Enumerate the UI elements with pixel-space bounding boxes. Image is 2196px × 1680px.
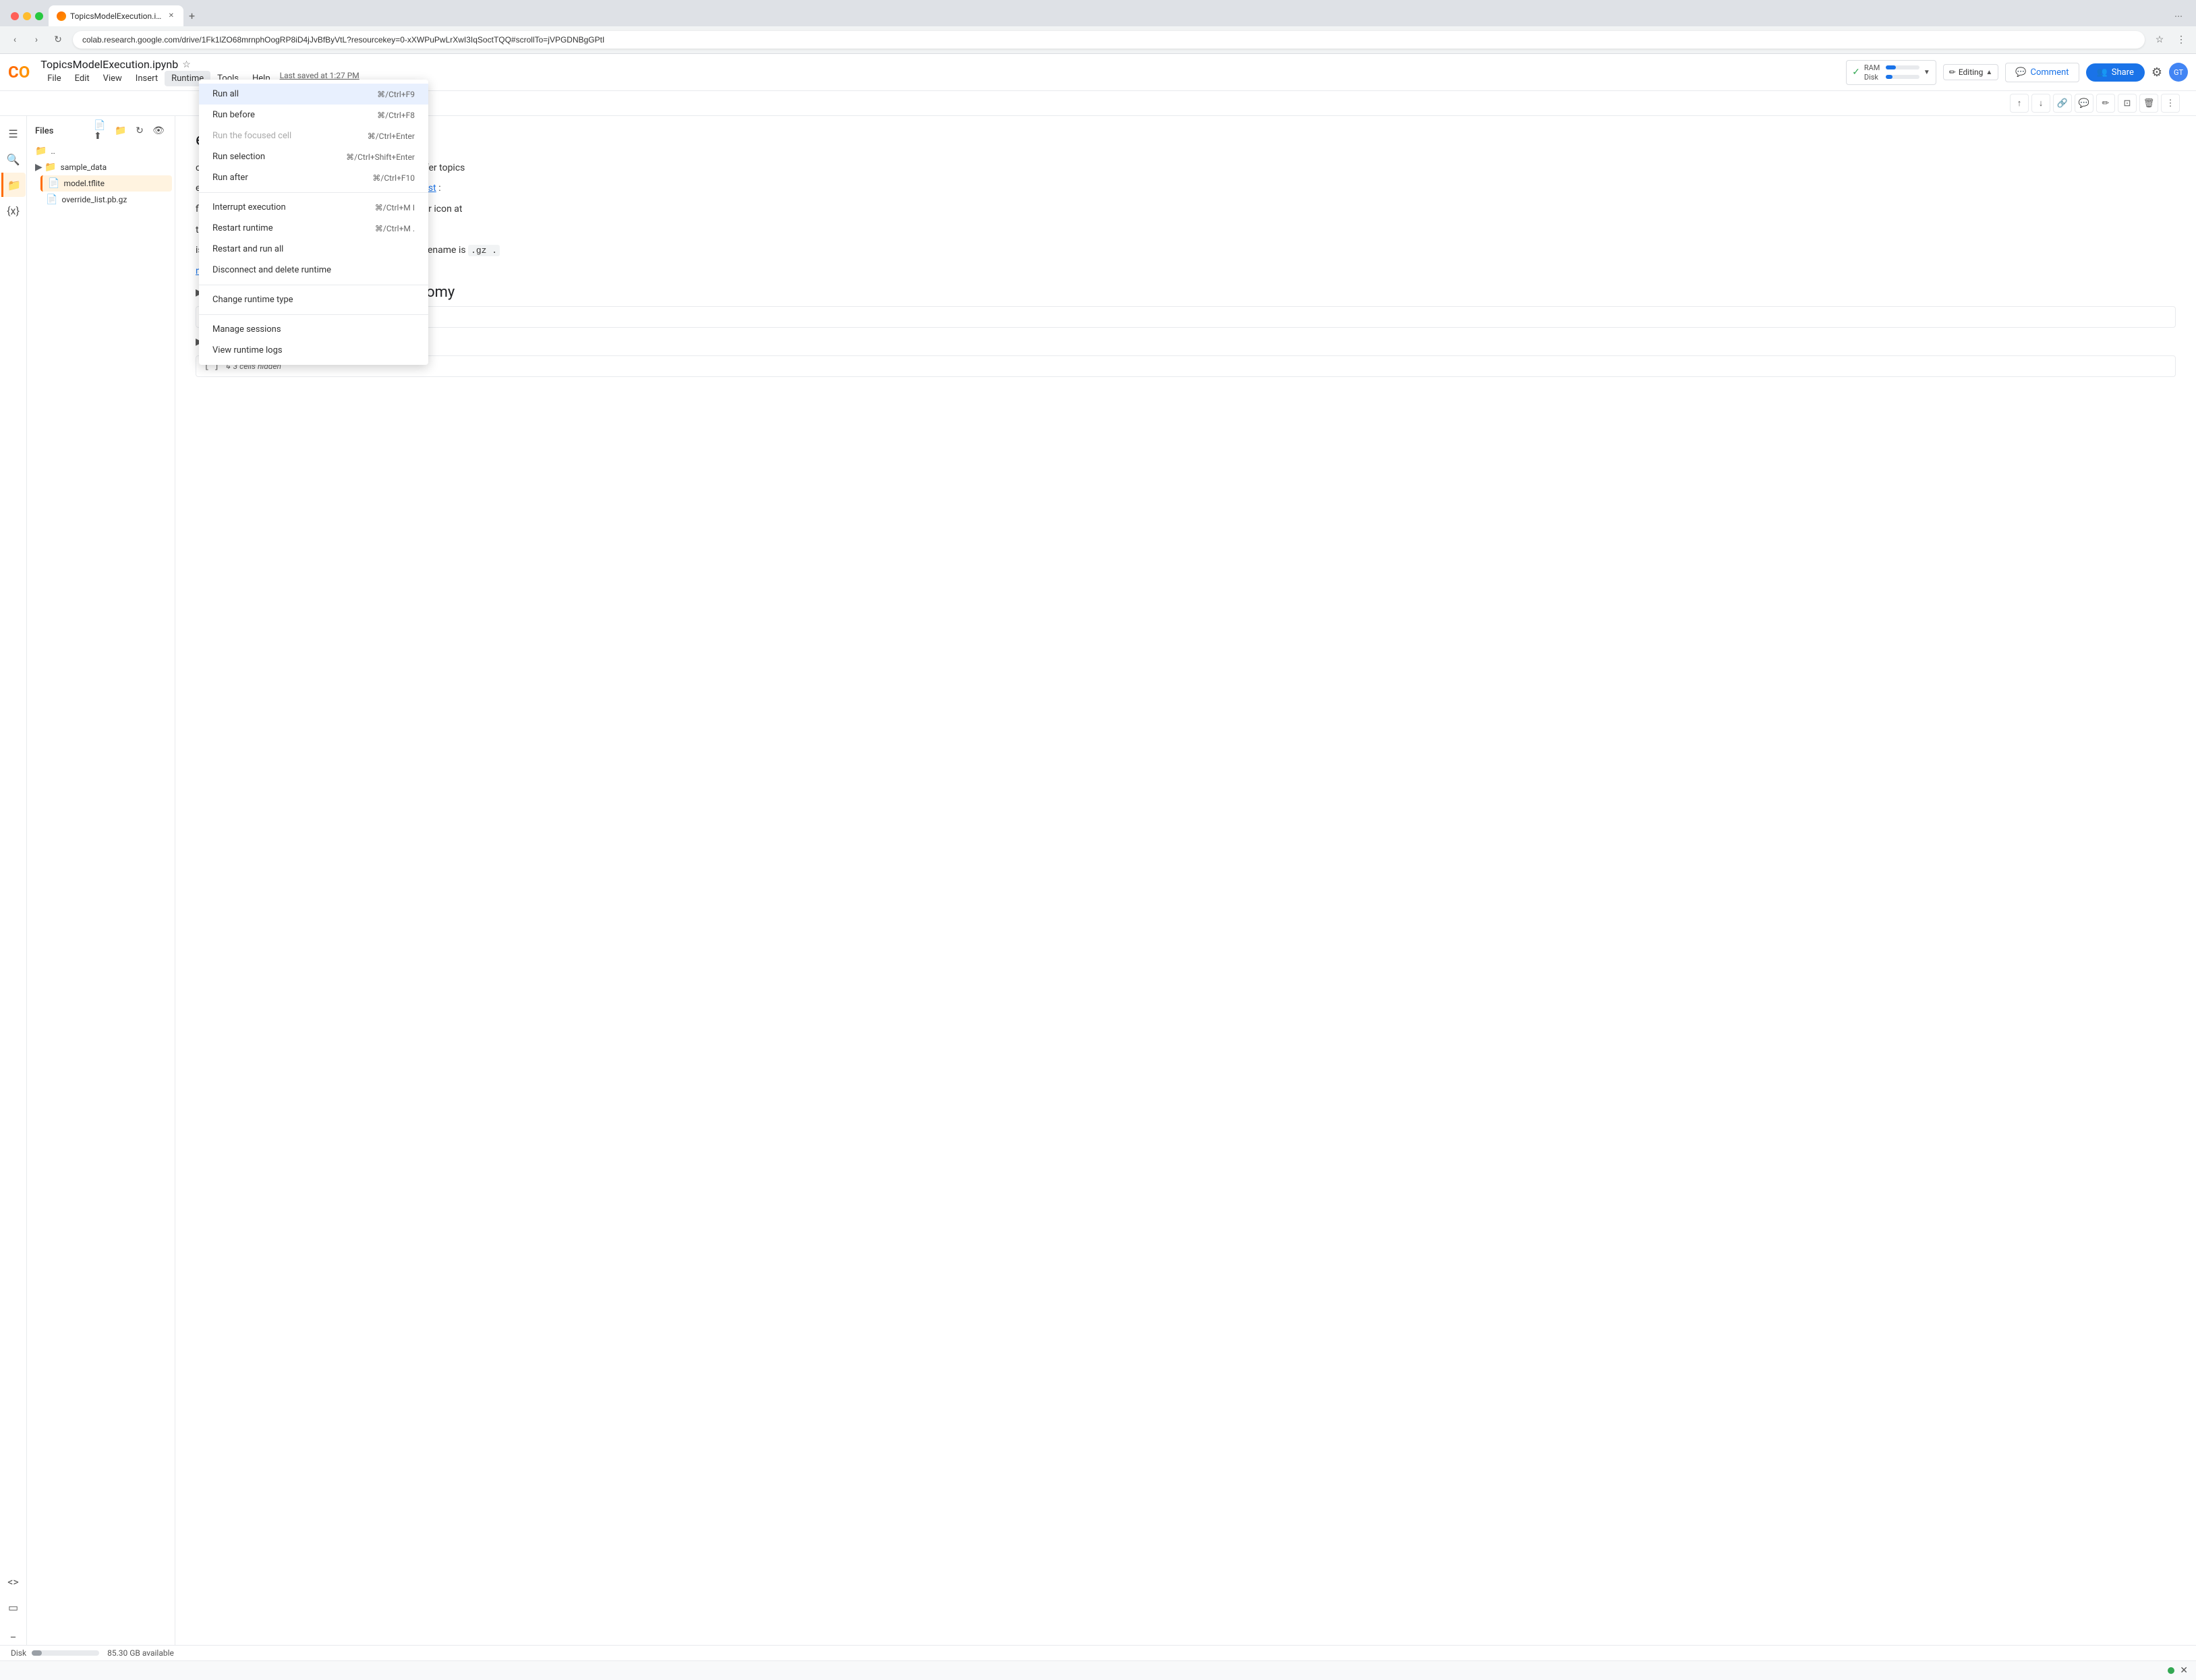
menu-run-before[interactable]: Run before ⌘/Ctrl+F8 — [199, 105, 428, 125]
menu-run-after[interactable]: Run after ⌘/Ctrl+F10 — [199, 167, 428, 188]
menu-run-focused: Run the focused cell ⌘/Ctrl+Enter — [199, 125, 428, 146]
menu-run-all-shortcut: ⌘/Ctrl+F9 — [377, 90, 415, 99]
runtime-dropdown-menu: Run all ⌘/Ctrl+F9 Run before ⌘/Ctrl+F8 R… — [199, 80, 428, 365]
menu-view-logs-label: View runtime logs — [212, 345, 283, 355]
notif-status-dot — [2168, 1667, 2174, 1674]
menu-run-after-shortcut: ⌘/Ctrl+F10 — [372, 173, 415, 183]
menu-change-runtime[interactable]: Change runtime type — [199, 289, 428, 310]
menu-run-selection[interactable]: Run selection ⌘/Ctrl+Shift+Enter — [199, 146, 428, 167]
menu-overlay[interactable]: Run all ⌘/Ctrl+F9 Run before ⌘/Ctrl+F8 R… — [0, 0, 2196, 1660]
menu-run-before-shortcut: ⌘/Ctrl+F8 — [377, 111, 415, 120]
menu-run-after-label: Run after — [212, 173, 248, 183]
menu-divider-3 — [199, 314, 428, 315]
menu-run-focused-label: Run the focused cell — [212, 131, 291, 141]
menu-disconnect-label: Disconnect and delete runtime — [212, 265, 331, 275]
notification-bar: ✕ — [0, 1660, 2196, 1680]
menu-interrupt-label: Interrupt execution — [212, 202, 286, 212]
menu-interrupt-shortcut: ⌘/Ctrl+M I — [375, 203, 415, 212]
menu-run-before-label: Run before — [212, 110, 255, 120]
notif-close-btn[interactable]: ✕ — [2180, 1665, 2188, 1676]
menu-view-logs[interactable]: View runtime logs — [199, 340, 428, 361]
menu-restart-run-all-label: Restart and run all — [212, 244, 283, 254]
menu-manage-sessions[interactable]: Manage sessions — [199, 319, 428, 340]
menu-run-selection-shortcut: ⌘/Ctrl+Shift+Enter — [346, 152, 415, 162]
menu-run-all[interactable]: Run all ⌘/Ctrl+F9 — [199, 84, 428, 105]
menu-run-selection-label: Run selection — [212, 152, 265, 162]
menu-restart[interactable]: Restart runtime ⌘/Ctrl+M . — [199, 218, 428, 239]
menu-change-runtime-label: Change runtime type — [212, 295, 293, 305]
menu-run-focused-shortcut: ⌘/Ctrl+Enter — [368, 132, 415, 141]
menu-disconnect[interactable]: Disconnect and delete runtime — [199, 260, 428, 281]
menu-divider-1 — [199, 192, 428, 193]
menu-restart-label: Restart runtime — [212, 223, 273, 233]
menu-restart-run-all[interactable]: Restart and run all — [199, 239, 428, 260]
menu-run-all-label: Run all — [212, 89, 239, 99]
menu-restart-shortcut: ⌘/Ctrl+M . — [375, 224, 415, 233]
menu-interrupt[interactable]: Interrupt execution ⌘/Ctrl+M I — [199, 197, 428, 218]
menu-manage-sessions-label: Manage sessions — [212, 324, 281, 335]
